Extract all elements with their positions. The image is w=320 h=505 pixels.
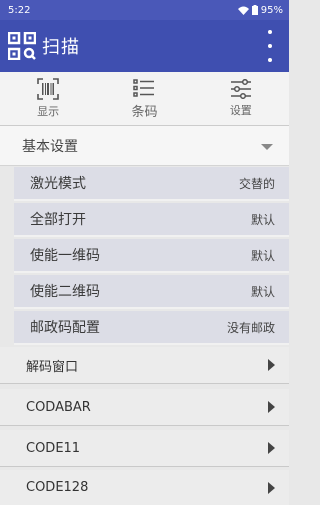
arrow-right-icon (268, 359, 275, 371)
list-item[interactable]: CODE11 (0, 430, 289, 467)
list-item-label: CODE11 (26, 440, 81, 456)
collapse-caret-icon (261, 144, 273, 150)
tab-bar: 显示 条码 设置 (0, 72, 289, 126)
setting-label: 激光模式 (30, 176, 86, 192)
list-item-label: CODABAR (26, 399, 91, 415)
setting-value: 默认 (250, 284, 275, 299)
tab-barcode[interactable]: 条码 (96, 72, 192, 125)
status-bar: 5:22 95% (0, 0, 289, 20)
list-item[interactable]: 解码窗口 (0, 347, 289, 384)
arrow-right-icon (268, 481, 275, 494)
arrow-right-icon (268, 401, 275, 413)
battery-percent: 95% (260, 4, 283, 16)
sliders-icon (230, 79, 251, 99)
setting-value: 默认 (250, 212, 275, 227)
status-icons: 95% (237, 4, 283, 16)
tab-display[interactable]: 显示 (0, 72, 96, 125)
setting-label: 使能二维码 (30, 284, 100, 300)
battery-icon (251, 5, 258, 15)
section-title: 基本设置 (22, 138, 78, 155)
list-item-label: CODE128 (26, 480, 89, 495)
setting-value: 交替的 (238, 176, 275, 191)
qr-scan-icon (8, 32, 36, 60)
list-item-label: 解码窗口 (26, 359, 79, 375)
setting-label: 邮政码配置 (30, 320, 100, 336)
list-icon (133, 78, 155, 97)
barcode-display-icon (37, 78, 59, 100)
list-item[interactable]: CODABAR (0, 389, 289, 426)
arrow-right-icon (268, 442, 275, 454)
tab-label: 设置 (229, 104, 252, 117)
list-item[interactable]: CODE128 (0, 470, 289, 505)
setting-label: 全部打开 (30, 212, 86, 228)
setting-label: 使能一维码 (30, 248, 100, 264)
setting-row[interactable]: 使能一维码 默认 (14, 239, 289, 273)
overflow-menu-icon[interactable] (265, 30, 275, 62)
setting-row[interactable]: 全部打开 默认 (14, 203, 289, 237)
wifi-icon (237, 6, 249, 15)
setting-value: 没有邮政 (226, 320, 275, 335)
app-bar: 扫描 (0, 20, 289, 72)
tab-settings[interactable]: 设置 (193, 72, 289, 125)
setting-row[interactable]: 邮政码配置 没有邮政 (14, 311, 289, 345)
setting-row[interactable]: 激光模式 交替的 (14, 167, 289, 201)
tab-label: 条码 (131, 104, 158, 120)
app-title: 扫描 (42, 37, 80, 58)
section-header-basic-settings[interactable]: 基本设置 (0, 126, 289, 166)
setting-row[interactable]: 使能二维码 默认 (14, 275, 289, 309)
setting-value: 默认 (250, 248, 275, 263)
status-time: 5:22 (8, 4, 31, 16)
tab-label: 显示 (37, 105, 60, 118)
